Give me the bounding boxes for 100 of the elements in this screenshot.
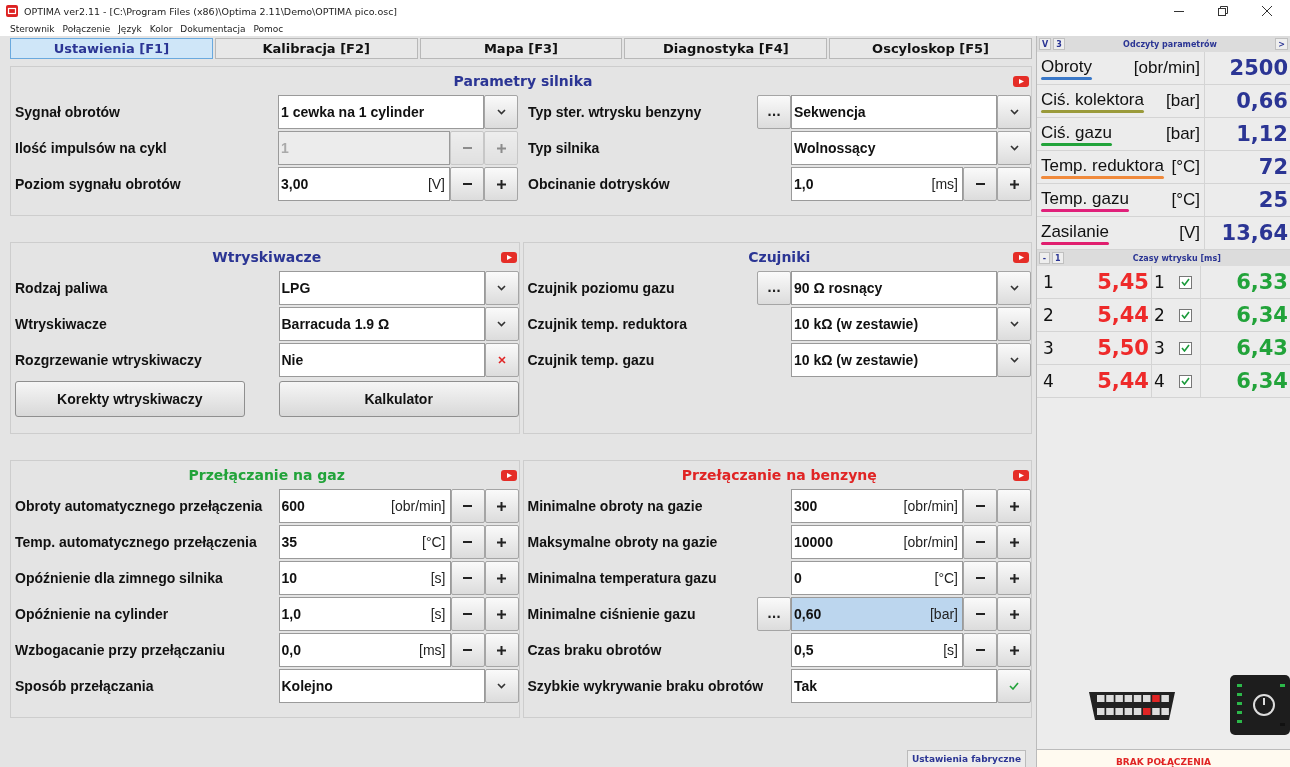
petrol-time: 5,50 [1096, 336, 1150, 360]
decrement-button[interactable] [963, 561, 997, 595]
input-field[interactable]: Sekwencja [791, 95, 997, 129]
panel-button[interactable]: V [1039, 38, 1052, 50]
increment-button[interactable] [484, 597, 519, 631]
more-button[interactable]: ... [757, 95, 791, 129]
more-button[interactable]: ... [757, 271, 791, 305]
dropdown-button[interactable] [484, 271, 519, 305]
plus-icon [1009, 573, 1019, 583]
input-field[interactable]: LPG [278, 271, 485, 305]
input-field[interactable]: Tak [791, 669, 997, 703]
dropdown-button[interactable] [484, 669, 519, 703]
decrement-button[interactable] [450, 633, 485, 667]
decrement-button[interactable] [963, 489, 997, 523]
minus-icon [975, 613, 985, 615]
input-field[interactable]: Kolejno [278, 669, 485, 703]
tab[interactable]: Kalibracja [F2] [214, 38, 418, 59]
input-field[interactable]: 1,0 [ms] [791, 167, 963, 201]
input-field[interactable]: 0,60 [bar] [791, 597, 963, 631]
checkbox[interactable] [1179, 308, 1192, 322]
gas-time: 6,34 [1235, 303, 1289, 327]
action-button[interactable]: Kalkulator [278, 381, 519, 417]
increment-button[interactable] [997, 167, 1031, 201]
input-field[interactable]: 600 [obr/min] [278, 489, 451, 523]
input-field[interactable]: 1 cewka na 1 cylinder [278, 95, 484, 129]
input-field[interactable]: Nie [278, 343, 485, 377]
checkbox[interactable] [1179, 374, 1192, 388]
action-button[interactable]: Korekty wtryskiwaczy [15, 381, 245, 417]
field-label: Czas braku obrotów [527, 642, 663, 658]
cylinder-number: 1 [1042, 272, 1055, 292]
input-field[interactable]: 10 kΩ (w zestawie) [791, 307, 997, 341]
input-field[interactable]: Barracuda 1.9 Ω [278, 307, 485, 341]
input-field[interactable]: 10000 [obr/min] [791, 525, 963, 559]
increment-button[interactable] [484, 561, 519, 595]
panel-title: Wtryskiwacze [212, 249, 322, 265]
decrement-button[interactable] [450, 167, 484, 201]
input-field[interactable]: 10 [s] [278, 561, 451, 595]
panel-button[interactable]: - [1039, 252, 1050, 264]
dropdown-button[interactable] [997, 271, 1031, 305]
video-icon[interactable] [500, 469, 517, 481]
tab[interactable]: Oscyloskop [F5] [829, 38, 1032, 59]
tab[interactable]: Ustawienia [F1] [10, 38, 213, 59]
input-field[interactable]: 90 Ω rosnący [791, 271, 997, 305]
menu-item[interactable]: Sterownik [10, 24, 55, 34]
dropdown-button[interactable] [997, 307, 1031, 341]
input-field[interactable]: 10 kΩ (w zestawie) [791, 343, 997, 377]
increment-button[interactable] [484, 489, 519, 523]
tab[interactable]: Diagnostyka [F4] [624, 38, 828, 59]
tab[interactable]: Mapa [F3] [419, 38, 623, 59]
menu-item[interactable]: Język [118, 24, 142, 34]
dropdown-button[interactable] [484, 307, 519, 341]
menu-item[interactable]: Dokumentacja [180, 24, 246, 34]
increment-button[interactable] [997, 597, 1031, 631]
increment-button[interactable] [484, 633, 519, 667]
panel-button[interactable]: > [1275, 38, 1288, 50]
increment-button[interactable] [997, 633, 1031, 667]
dropdown-button[interactable] [484, 95, 518, 129]
factory-settings-button[interactable]: Ustawienia fabryczne [906, 750, 1026, 767]
input-field[interactable]: 1,0 [s] [278, 597, 451, 631]
field-label: Typ ster. wtrysku benzyny [528, 104, 703, 120]
video-icon[interactable] [500, 251, 517, 263]
dropdown-button[interactable] [997, 343, 1031, 377]
minus-icon [462, 147, 472, 149]
menu-item[interactable]: Pomoc [253, 24, 284, 34]
input-field[interactable]: 0,5 [s] [791, 633, 963, 667]
video-icon[interactable] [1013, 251, 1029, 263]
panel-button[interactable]: 1 [1052, 252, 1064, 264]
toggle-button[interactable] [997, 669, 1031, 703]
checkbox[interactable] [1179, 341, 1192, 355]
more-button[interactable]: ... [757, 597, 791, 631]
decrement-button[interactable] [963, 597, 997, 631]
decrement-button[interactable] [450, 489, 485, 523]
dropdown-button[interactable] [997, 131, 1031, 165]
decrement-button[interactable] [450, 597, 485, 631]
video-icon[interactable] [1013, 75, 1029, 87]
field-label: Czujnik temp. gazu [527, 352, 656, 368]
menu-item[interactable]: Kolor [149, 24, 173, 34]
input-field[interactable]: 35 [°C] [278, 525, 451, 559]
video-icon[interactable] [1013, 469, 1029, 481]
decrement-button[interactable] [450, 561, 485, 595]
dropdown-button[interactable] [997, 95, 1031, 129]
input-field[interactable]: 300 [obr/min] [791, 489, 963, 523]
panel-button[interactable]: 3 [1053, 38, 1065, 50]
input-field[interactable]: Wolnossący [791, 131, 997, 165]
increment-button[interactable] [997, 561, 1031, 595]
menu-item[interactable]: Połączenie [62, 24, 111, 34]
toggle-button[interactable] [484, 343, 519, 377]
increment-button[interactable] [484, 167, 518, 201]
decrement-button[interactable] [963, 167, 997, 201]
minus-icon [975, 183, 985, 185]
decrement-button[interactable] [963, 525, 997, 559]
input-field[interactable]: 3,00 [V] [278, 167, 450, 201]
checkbox[interactable] [1179, 275, 1192, 289]
input-field[interactable]: 0,0 [ms] [278, 633, 451, 667]
decrement-button[interactable] [963, 633, 997, 667]
increment-button[interactable] [997, 489, 1031, 523]
increment-button[interactable] [997, 525, 1031, 559]
increment-button[interactable] [484, 525, 519, 559]
input-field[interactable]: 0 [°C] [791, 561, 963, 595]
decrement-button[interactable] [450, 525, 485, 559]
